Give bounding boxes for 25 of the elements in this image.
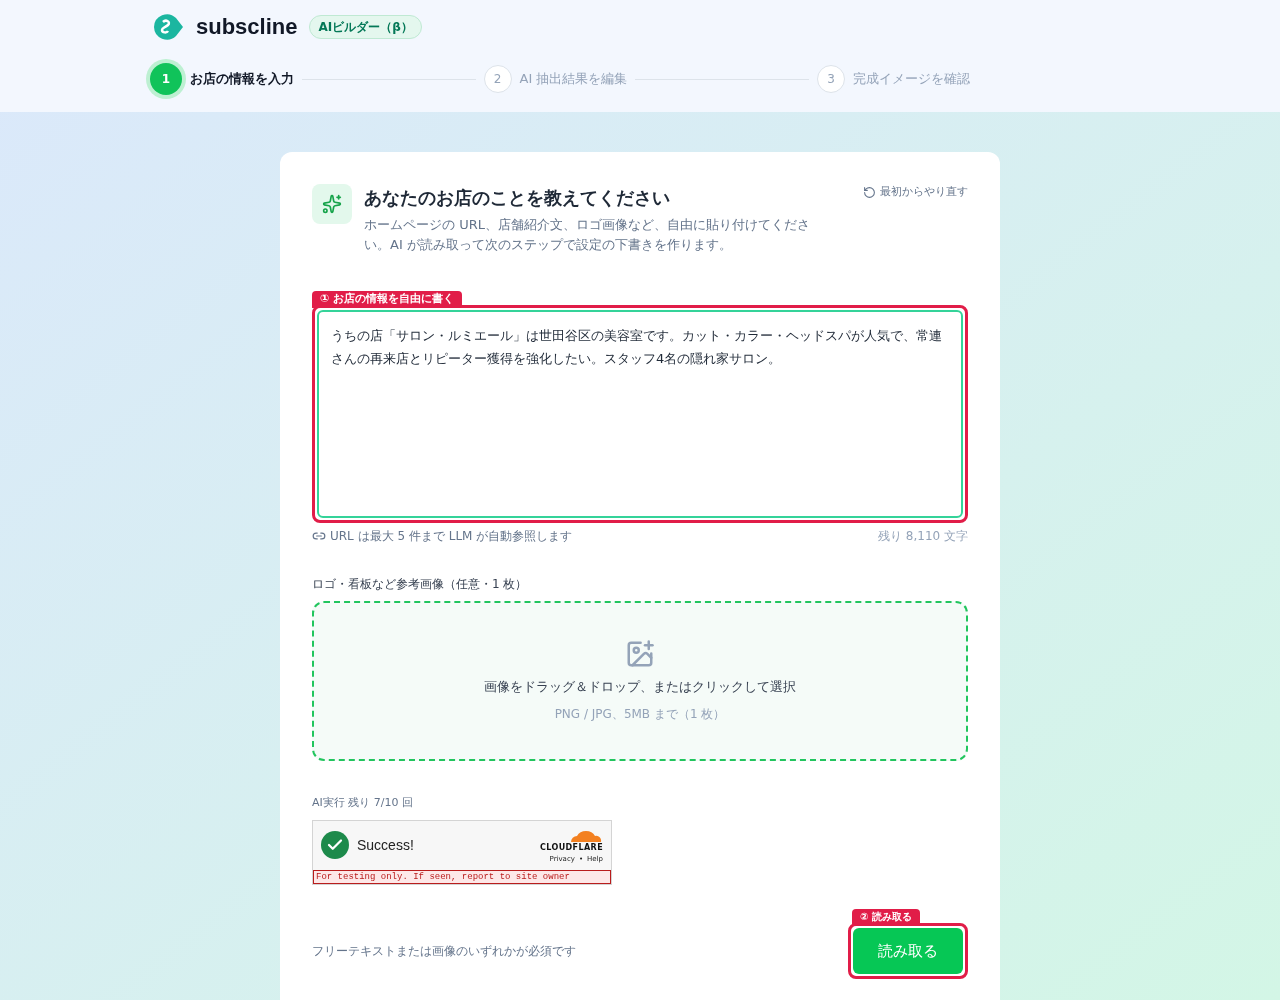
guide-tag: ① お店の情報を自由に書く [312, 291, 463, 308]
guide-tag: ② 読み取る [852, 908, 920, 924]
card-title: あなたのお店のことを教えてください [364, 186, 671, 210]
char-counter: 残り 8,110 文字 [878, 528, 968, 545]
text-area[interactable]: うちの店「サロン・ルミエール」は世田谷区の美容室です。カット・カラー・ヘッドスパが人気で、常連さんの再来店とリピーター獲得を強化したい。スタッフ4名の隠れ家サロン。 [312, 305, 968, 523]
captcha-brand: CLOUDFLARE [540, 841, 603, 854]
brand-name: subscline [196, 13, 298, 41]
reset-icon [863, 185, 876, 199]
beta-badge: AIビルダー（β） [309, 14, 422, 39]
success-check-icon [321, 831, 349, 859]
image-label: ロゴ・看板など参考画像（任意・1 枚） [312, 576, 529, 593]
reset-link[interactable]: 最初からやり直す [863, 184, 968, 201]
testing-warning: For testing only. If seen, report to site owner [313, 869, 611, 884]
link-icon [312, 529, 326, 543]
image-add-icon [625, 639, 655, 670]
drop-hint: PNG / JPG、5MB まで（1 枚） [554, 705, 726, 723]
captcha-status: Success! [357, 835, 414, 855]
quota-text: AI実行 残り 7/10 回 [312, 795, 414, 811]
step-tab[interactable]: 1 お店の情報を入力 [150, 63, 294, 95]
image-dropzone[interactable]: 画像をドラッグ＆ドロップ、またはクリックして選択 PNG / JPG、5MB まで（1 枚） [312, 601, 968, 761]
url-hint: URL は最大 5 件まで LLM が自動参照します [330, 528, 573, 545]
card-description: ホームページの URL、店舗紹介文、ロゴ画像など、自由に貼り付けてください。AI が読み取って次のステップで設定の下書きを作ります。 [364, 216, 811, 254]
required-note: フリーテキストまたは画像のいずれかが必須です [312, 942, 576, 960]
sparkle-icon [312, 184, 352, 224]
drop-text: 画像をドラッグ＆ドロップ、またはクリックして選択 [484, 678, 796, 697]
